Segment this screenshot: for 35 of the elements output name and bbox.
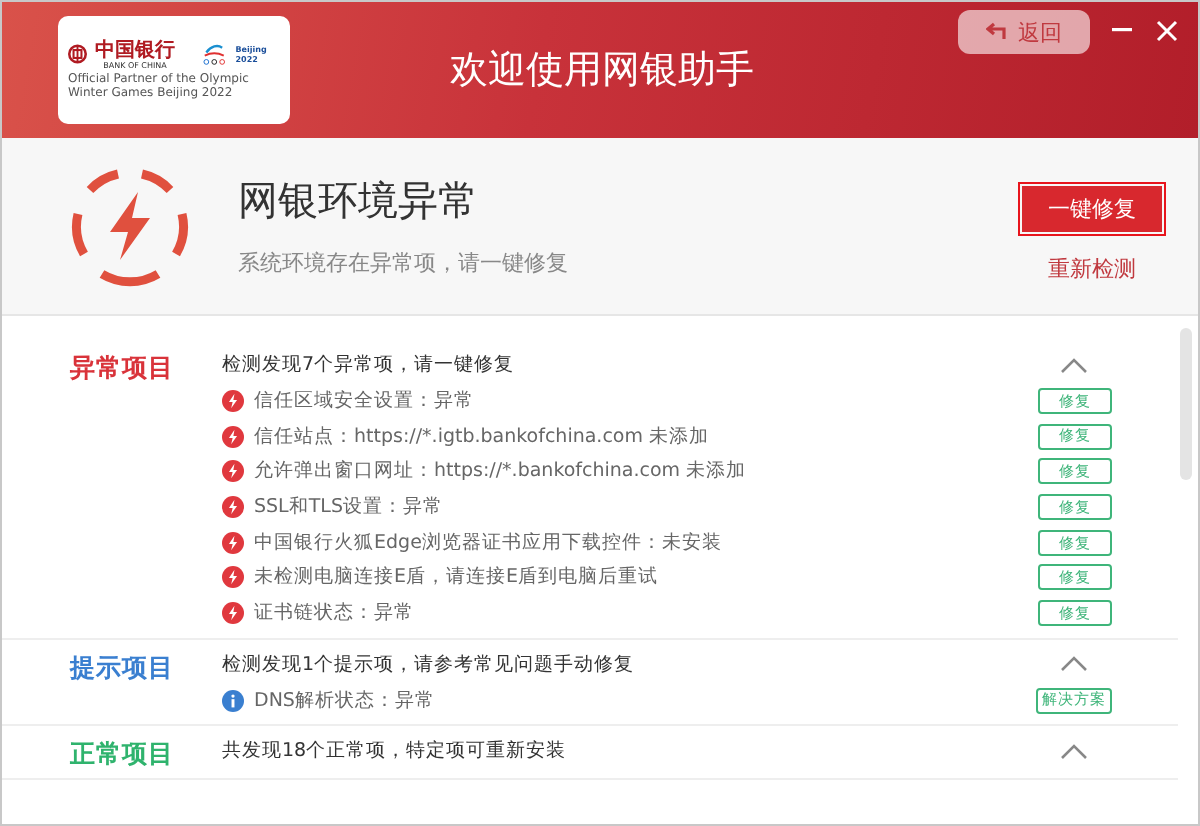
lightning-icon: [222, 531, 244, 554]
check-item-text: 证书链状态：异常: [254, 600, 416, 627]
lightning-icon: [222, 390, 244, 413]
section-summary: 检测发现7个异常项，请一键修复: [222, 352, 517, 379]
bank-name: 中国银行: [95, 39, 175, 62]
recheck-link[interactable]: 重新检测: [1048, 253, 1136, 283]
games-emblem-icon: [199, 40, 228, 69]
window-title: 欢迎使用网银助手: [450, 46, 754, 96]
check-item-text: SSL和TLS设置：异常: [254, 494, 445, 521]
info-icon: [222, 689, 244, 712]
check-item-text: 未检测电脑连接E盾，请连接E盾到电脑后重试: [254, 564, 661, 591]
scrollbar-thumb[interactable]: [1180, 328, 1192, 480]
section-label: 异常项目: [68, 350, 176, 386]
section-summary: 共发现18个正常项，特定项可重新安装: [222, 738, 569, 765]
return-arrow-icon: [986, 22, 1010, 42]
lightning-icon: [222, 425, 244, 448]
minimize-icon: [1112, 28, 1132, 32]
check-item-text: 允许弹出窗口网址：https://*.bankofchina.com 未添加: [254, 458, 749, 485]
bank-logo-icon: [68, 42, 87, 67]
lightning-icon: [222, 460, 244, 483]
section-label: 正常项目: [68, 735, 176, 772]
section-label: 提示项目: [67, 649, 176, 685]
lightning-icon: [222, 602, 244, 625]
check-item-text: DNS解析状态：异常: [254, 687, 437, 714]
check-item-text: 信任区域安全设置：异常: [254, 388, 476, 415]
section-summary: 检测发现1个提示项，请参考常见问题手动修复: [222, 651, 637, 678]
fix-all-button[interactable]: 一键修复: [1022, 185, 1162, 231]
check-item-text: 信任站点：https://*.igtb.bankofchina.com 未添加: [254, 423, 712, 450]
check-item-text: 中国银行火狐Edge浏览器证书应用下载控件：未安装: [254, 529, 724, 556]
lightning-icon: [222, 566, 244, 589]
back-button[interactable]: 返回: [958, 10, 1090, 54]
lightning-icon: [222, 496, 244, 519]
status-title: 网银环境异常: [238, 174, 480, 228]
close-icon: [1155, 19, 1177, 41]
status-subtitle: 系统环境存在异常项，请一键修复: [238, 248, 570, 278]
